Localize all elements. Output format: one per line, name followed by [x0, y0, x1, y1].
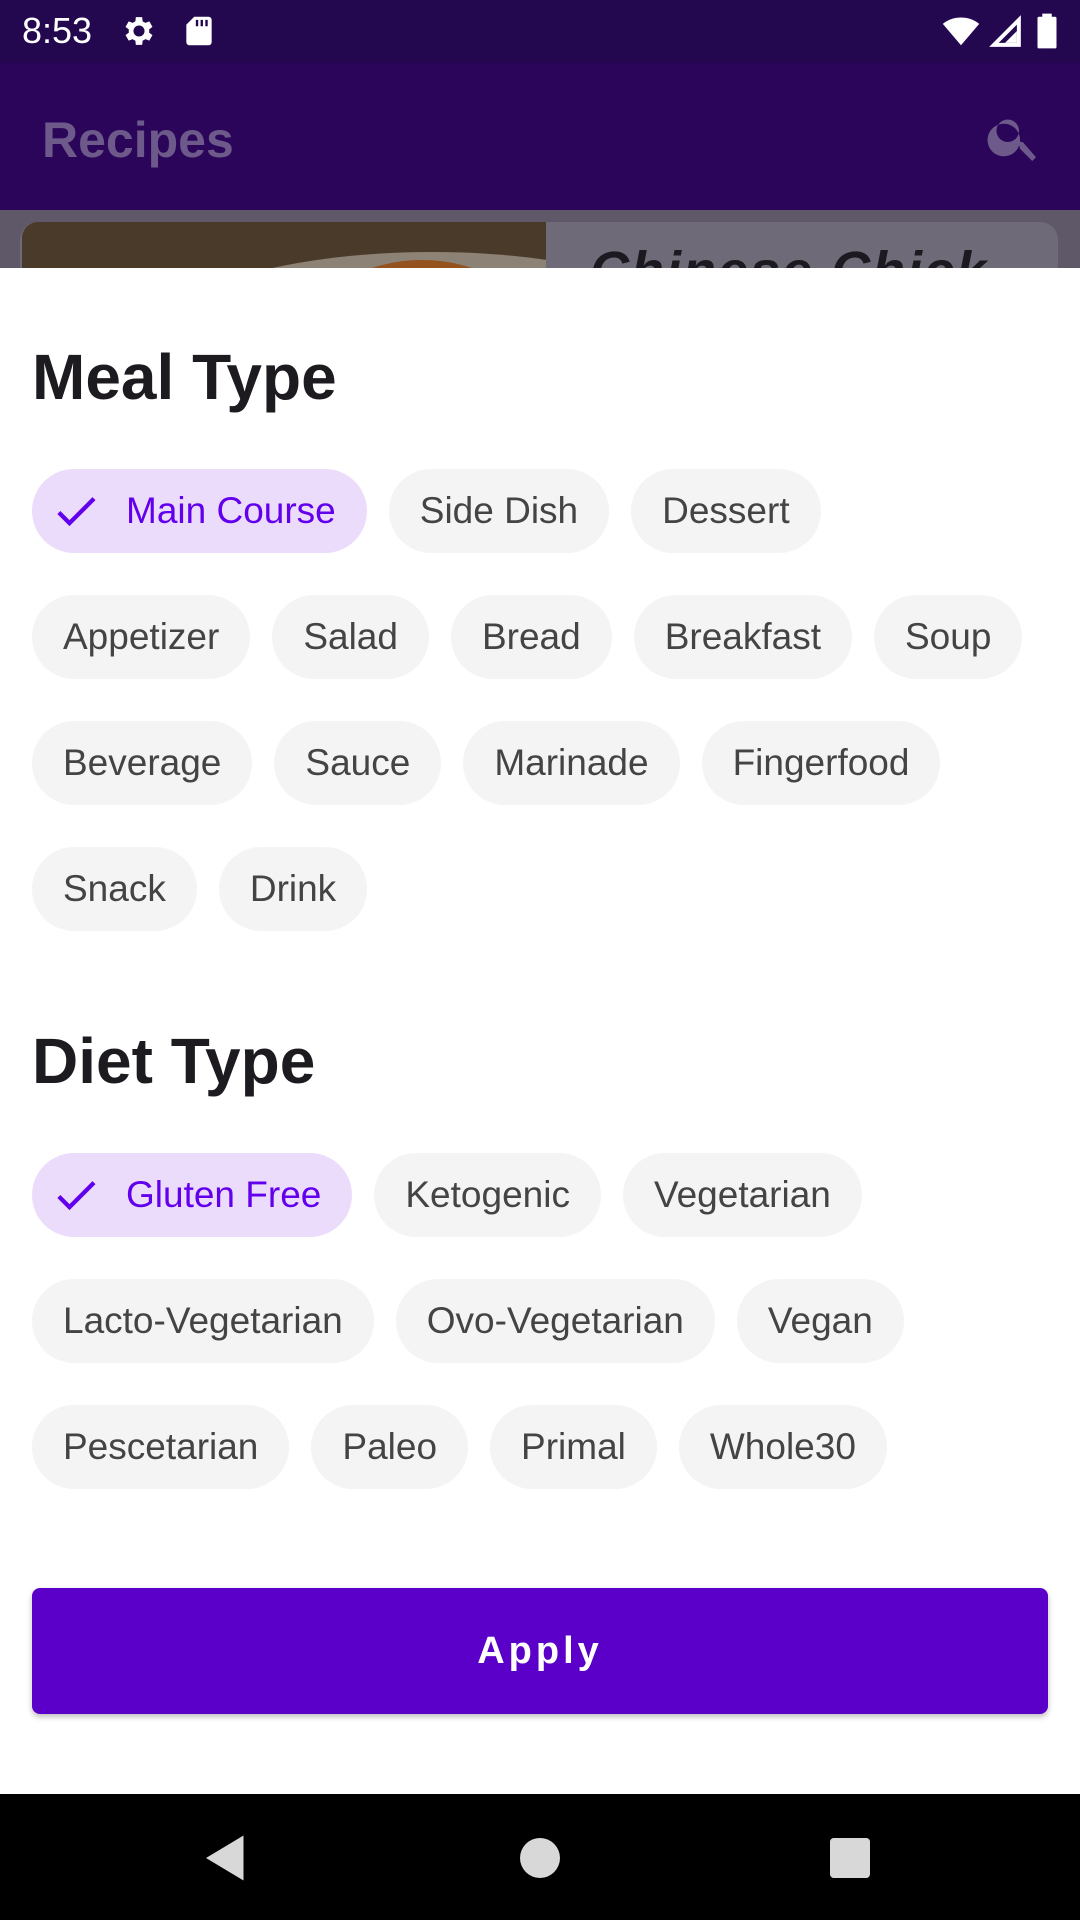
chip-label: Whole30 — [709, 1426, 856, 1467]
status-time: 8:53 — [22, 10, 93, 51]
chip-label: Appetizer — [63, 616, 220, 657]
diet-type-title: Diet Type — [32, 1025, 316, 1097]
chip-label: Fingerfood — [732, 742, 910, 783]
chip-beverage[interactable]: Beverage — [32, 721, 253, 805]
chip-gluten-free[interactable]: Gluten Free — [32, 1153, 353, 1237]
sd-card-icon — [180, 12, 218, 50]
diet-type-chip-row: Lacto-Vegetarian Ovo-Vegetarian Vegan — [32, 1279, 904, 1363]
chip-lacto-vegetarian[interactable]: Lacto-Vegetarian — [32, 1279, 374, 1363]
chip-label: Primal — [521, 1426, 626, 1467]
navigation-bar — [0, 1794, 1080, 1920]
chip-label: Ketogenic — [405, 1174, 570, 1215]
chip-label: Beverage — [63, 742, 222, 783]
chip-label: Ovo-Vegetarian — [426, 1300, 684, 1341]
wifi-icon — [942, 12, 980, 50]
check-icon — [50, 1169, 102, 1221]
chip-whole30[interactable]: Whole30 — [678, 1405, 887, 1489]
chip-primal[interactable]: Primal — [490, 1405, 657, 1489]
chip-soup[interactable]: Soup — [873, 595, 1023, 679]
chip-ovo-vegetarian[interactable]: Ovo-Vegetarian — [395, 1279, 715, 1363]
chip-ketogenic[interactable]: Ketogenic — [374, 1153, 601, 1237]
chip-main-course[interactable]: Main Course — [32, 469, 367, 553]
chip-salad[interactable]: Salad — [272, 595, 429, 679]
chip-label: Marinade — [494, 742, 649, 783]
recipe-image — [22, 222, 546, 268]
chip-paleo[interactable]: Paleo — [311, 1405, 469, 1489]
chip-label: Lacto-Vegetarian — [63, 1300, 343, 1341]
chip-pescetarian[interactable]: Pescetarian — [32, 1405, 290, 1489]
diet-type-chip-row: Gluten Free Ketogenic Vegetarian — [32, 1153, 862, 1237]
chip-marinade[interactable]: Marinade — [463, 721, 680, 805]
chip-label: Gluten Free — [126, 1174, 322, 1215]
meal-type-chip-row: Main Course Side Dish Dessert — [32, 469, 821, 553]
chip-vegan[interactable]: Vegan — [736, 1279, 904, 1363]
chip-label: Main Course — [126, 490, 336, 531]
chip-label: Bread — [481, 616, 581, 657]
recipe-title: Chinese Chick — [590, 240, 988, 268]
filter-bottom-sheet: Meal Type Main Course Side Dish Dessert … — [0, 268, 1080, 1794]
battery-icon — [1030, 12, 1064, 50]
chip-label: Vegetarian — [653, 1174, 831, 1215]
back-icon[interactable] — [196, 1828, 256, 1888]
status-bar: 8:53 — [0, 0, 1080, 63]
chip-snack[interactable]: Snack — [32, 847, 197, 931]
chip-sauce[interactable]: Sauce — [274, 721, 442, 805]
chip-bread[interactable]: Bread — [450, 595, 612, 679]
app-bar: Recipes — [0, 63, 1080, 210]
cell-signal-icon — [986, 12, 1024, 50]
chip-breakfast[interactable]: Breakfast — [633, 595, 852, 679]
chip-label: Salad — [303, 616, 398, 657]
chip-side-dish[interactable]: Side Dish — [388, 469, 610, 553]
background-recipe-list: Chinese Chick — [0, 210, 1080, 268]
meal-type-chip-row: Beverage Sauce Marinade Fingerfood — [32, 721, 941, 805]
chip-label: Side Dish — [419, 490, 579, 531]
diet-type-chip-row: Pescetarian Paleo Primal Whole30 — [32, 1405, 887, 1489]
chip-label: Pescetarian — [63, 1426, 259, 1467]
chip-fingerfood[interactable]: Fingerfood — [701, 721, 941, 805]
recents-icon[interactable] — [820, 1828, 880, 1888]
chip-dessert[interactable]: Dessert — [631, 469, 821, 553]
chip-label: Dessert — [662, 490, 790, 531]
chip-label: Sauce — [305, 742, 411, 783]
home-icon[interactable] — [510, 1828, 570, 1888]
app-title: Recipes — [42, 112, 234, 168]
search-icon[interactable] — [984, 107, 1044, 167]
meal-type-chip-row: Appetizer Salad Bread Breakfast Soup — [32, 595, 1023, 679]
check-icon — [50, 485, 102, 537]
gear-icon — [120, 12, 158, 50]
chip-label: Soup — [904, 616, 992, 657]
chip-label: Paleo — [342, 1426, 438, 1467]
apply-button[interactable]: Apply — [32, 1588, 1048, 1714]
chip-label: Drink — [249, 868, 337, 909]
meal-type-title: Meal Type — [32, 341, 337, 413]
chip-drink[interactable]: Drink — [218, 847, 368, 931]
meal-type-chip-row: Snack Drink — [32, 847, 368, 931]
chip-vegetarian[interactable]: Vegetarian — [622, 1153, 862, 1237]
chip-label: Snack — [63, 868, 166, 909]
chip-label: Breakfast — [664, 616, 821, 657]
chip-label: Vegan — [767, 1300, 873, 1341]
chip-appetizer[interactable]: Appetizer — [32, 595, 251, 679]
